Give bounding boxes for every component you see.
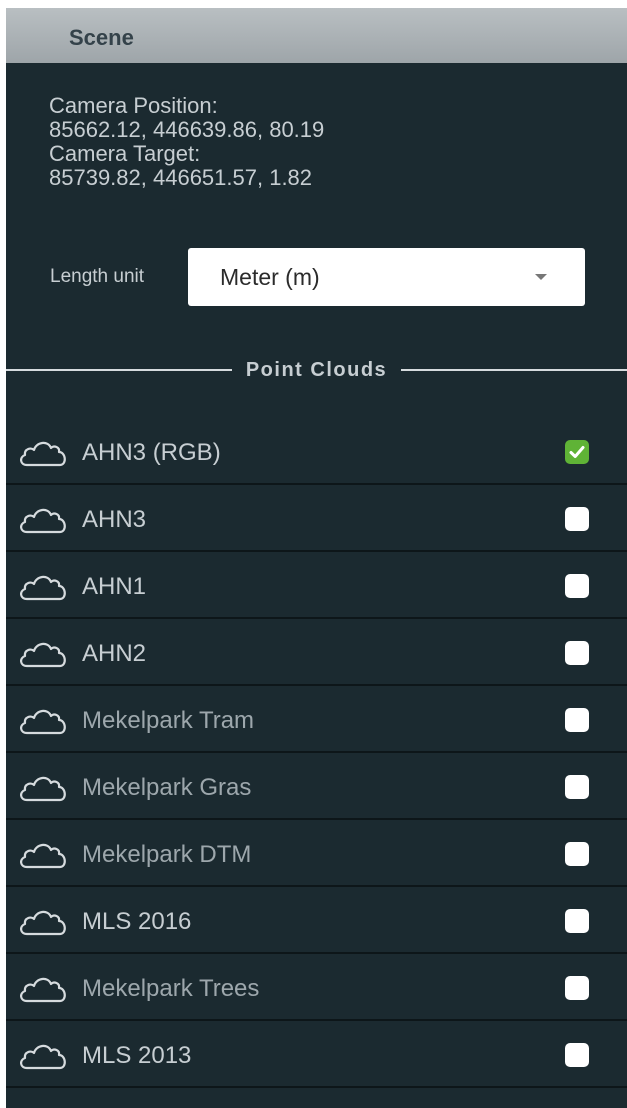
length-unit-row: Length unit Meter (m) — [50, 248, 585, 306]
visibility-checkbox[interactable] — [565, 708, 589, 732]
cloud-icon — [20, 776, 66, 802]
cloud-icon — [20, 642, 66, 668]
point-cloud-item[interactable]: Mekelpark DTM — [6, 820, 627, 887]
cloud-icon — [20, 709, 66, 735]
point-cloud-item[interactable]: MLS 2013 — [6, 1021, 627, 1088]
point-cloud-label: MLS 2013 — [82, 1042, 192, 1069]
cloud-icon — [20, 977, 66, 1003]
cloud-icon — [20, 441, 66, 467]
camera-position-label: Camera Position: — [49, 93, 218, 118]
camera-target-value: 85739.82, 446651.57, 1.82 — [49, 165, 313, 190]
point-cloud-label: Mekelpark Gras — [82, 774, 252, 801]
cloud-icon — [20, 1044, 66, 1070]
point-cloud-label: MLS 2016 — [82, 908, 192, 935]
cloud-icon — [20, 843, 66, 869]
visibility-checkbox[interactable] — [565, 440, 589, 464]
length-unit-select[interactable]: Meter (m) — [188, 248, 585, 306]
camera-info: Camera Position: 85662.12, 446639.86, 80… — [6, 63, 627, 190]
visibility-checkbox[interactable] — [565, 909, 589, 933]
point-cloud-item[interactable]: Mekelpark Tram — [6, 686, 627, 753]
point-cloud-item[interactable]: AHN3 (RGB) — [6, 418, 627, 485]
point-cloud-label: AHN1 — [82, 573, 147, 600]
point-cloud-label: AHN2 — [82, 640, 147, 667]
visibility-checkbox[interactable] — [565, 842, 589, 866]
length-unit-label: Length unit — [50, 266, 145, 287]
visibility-checkbox[interactable] — [565, 641, 589, 665]
cloud-icon — [20, 575, 66, 601]
checkmark-icon — [569, 446, 585, 458]
cloud-icon — [20, 508, 66, 534]
point-cloud-item[interactable]: Mekelpark Gras — [6, 753, 627, 820]
cloud-icon — [20, 910, 66, 936]
visibility-checkbox[interactable] — [565, 1043, 589, 1067]
divider-line-left — [6, 369, 232, 371]
point-cloud-list: AHN3 (RGB) AHN3 AHN1 AHN2 Mekelpark Tram… — [6, 418, 627, 1088]
point-clouds-section-title: Point Clouds — [245, 358, 388, 381]
point-cloud-label: AHN3 — [82, 506, 147, 533]
scene-panel: Scene Camera Position: 85662.12, 446639.… — [6, 8, 627, 1108]
scene-header[interactable]: Scene — [6, 8, 627, 63]
visibility-checkbox[interactable] — [565, 574, 589, 598]
visibility-checkbox[interactable] — [565, 976, 589, 1000]
length-unit-selected: Meter (m) — [220, 264, 320, 290]
visibility-checkbox[interactable] — [565, 775, 589, 799]
camera-position-value: 85662.12, 446639.86, 80.19 — [49, 117, 325, 142]
point-cloud-item[interactable]: AHN1 — [6, 552, 627, 619]
camera-target-label: Camera Target: — [49, 141, 201, 166]
point-cloud-label: Mekelpark DTM — [82, 841, 252, 868]
point-cloud-item[interactable]: Mekelpark Trees — [6, 954, 627, 1021]
point-cloud-item[interactable]: MLS 2016 — [6, 887, 627, 954]
top-border — [0, 0, 627, 8]
point-cloud-item[interactable]: AHN2 — [6, 619, 627, 686]
divider-line-right — [401, 369, 627, 371]
point-cloud-label: Mekelpark Trees — [82, 975, 260, 1002]
point-clouds-divider: Point Clouds — [6, 358, 627, 382]
point-cloud-label: Mekelpark Tram — [82, 707, 255, 734]
point-cloud-item[interactable]: AHN3 — [6, 485, 627, 552]
point-cloud-label: AHN3 (RGB) — [82, 439, 221, 466]
visibility-checkbox[interactable] — [565, 507, 589, 531]
caret-down-icon — [535, 274, 547, 280]
